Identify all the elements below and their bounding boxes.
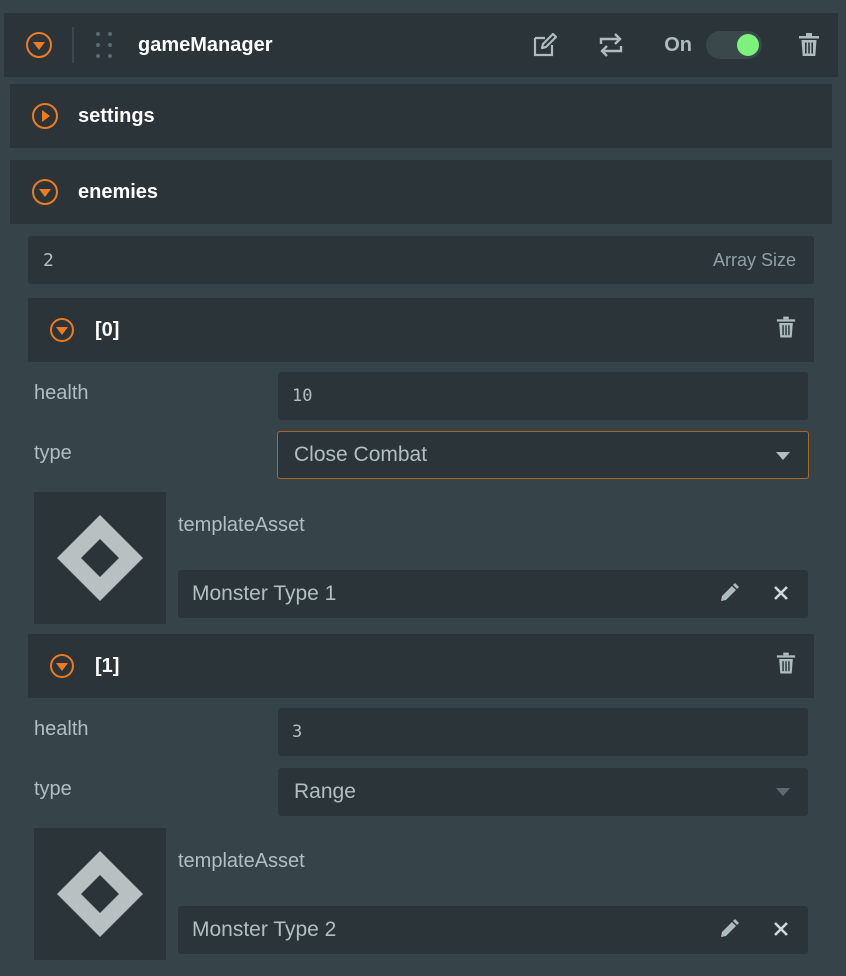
trash-icon[interactable] [798, 33, 820, 57]
edit-icon[interactable] [532, 32, 558, 58]
array-item-label: [0] [95, 318, 120, 341]
close-icon[interactable] [772, 584, 790, 608]
template-asset-field[interactable]: Monster Type 1 [178, 570, 808, 618]
array-size-value: 2 [43, 249, 54, 271]
trash-icon[interactable] [776, 316, 796, 344]
section-label: enemies [78, 180, 159, 203]
type-select[interactable]: Range [278, 768, 808, 816]
type-select-value: Close Combat [294, 443, 428, 466]
trash-icon[interactable] [776, 652, 796, 680]
section-label: settings [78, 104, 155, 127]
diamond-icon [57, 515, 143, 601]
section-settings[interactable]: settings [10, 84, 832, 148]
asset-thumbnail [34, 492, 166, 624]
collapse-icon[interactable] [50, 654, 74, 678]
section-enemies[interactable]: enemies [10, 160, 832, 224]
asset-thumbnail [34, 828, 166, 960]
header-divider [72, 27, 74, 63]
health-input[interactable]: 3 [278, 708, 808, 756]
template-asset-field[interactable]: Monster Type 2 [178, 906, 808, 954]
chevron-down-icon [776, 452, 790, 460]
health-input[interactable]: 10 [278, 372, 808, 420]
collapse-icon[interactable] [50, 318, 74, 342]
template-asset-label: templateAsset [178, 514, 305, 536]
close-icon[interactable] [772, 920, 790, 944]
type-label: type [34, 442, 72, 464]
type-label: type [34, 778, 72, 800]
enabled-toggle[interactable] [706, 31, 762, 59]
component-header: gameManager On [4, 13, 838, 77]
diamond-icon [57, 851, 143, 937]
component-title: gameManager [138, 33, 273, 56]
collapse-icon[interactable] [32, 179, 58, 205]
swap-icon[interactable] [598, 32, 624, 58]
health-label: health [34, 382, 89, 404]
pencil-icon[interactable] [718, 918, 740, 946]
pencil-icon[interactable] [718, 582, 740, 610]
health-label: health [34, 718, 89, 740]
collapse-icon[interactable] [26, 32, 52, 58]
template-asset-label: templateAsset [178, 850, 305, 872]
enabled-label: On [664, 33, 692, 56]
array-item-header[interactable]: [0] [28, 298, 814, 362]
type-select[interactable]: Close Combat [277, 431, 809, 479]
array-item-header[interactable]: [1] [28, 634, 814, 698]
expand-icon[interactable] [32, 103, 58, 129]
chevron-down-icon [776, 788, 790, 796]
template-asset-value: Monster Type 1 [192, 582, 337, 605]
array-size-input[interactable]: 2 Array Size [28, 236, 814, 284]
array-item-label: [1] [95, 654, 120, 677]
type-select-value: Range [294, 780, 356, 803]
array-size-hint: Array Size [712, 249, 796, 270]
drag-handle-icon[interactable] [96, 32, 112, 58]
template-asset-value: Monster Type 2 [192, 918, 337, 941]
